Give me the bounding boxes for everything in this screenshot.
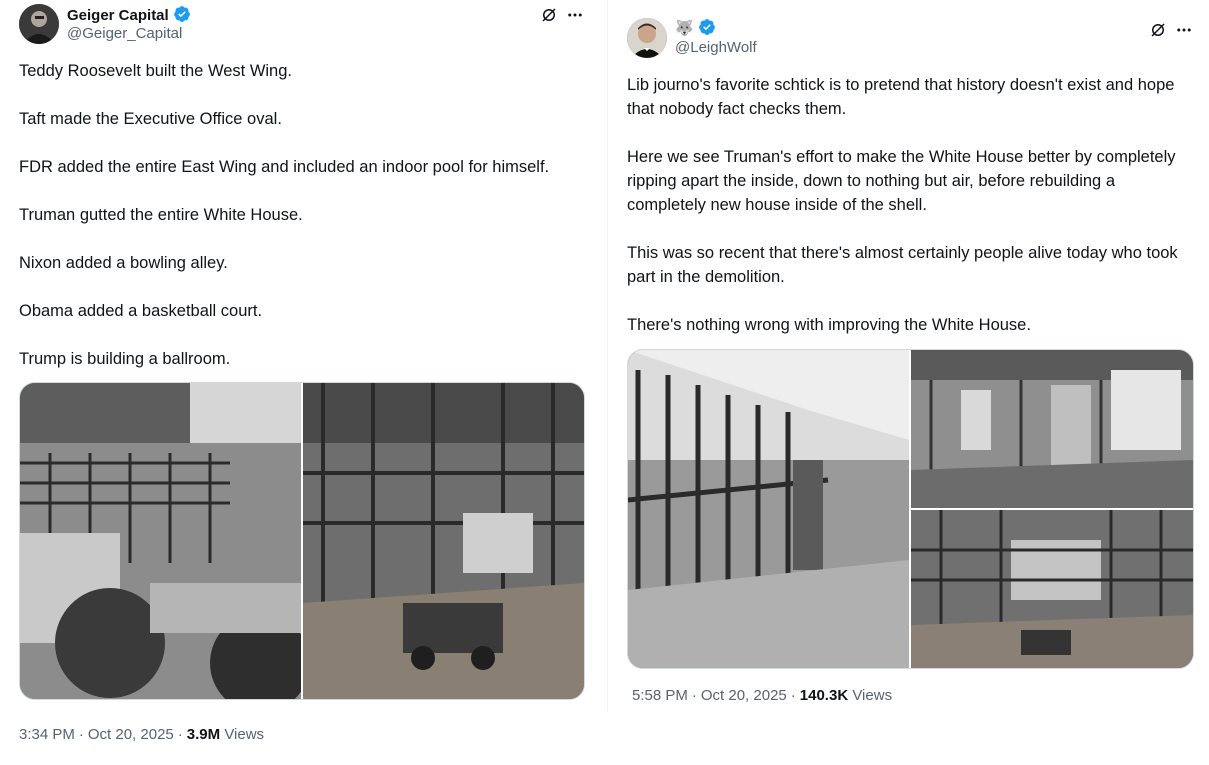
tweet-time[interactable]: 3:34 PM xyxy=(19,726,75,743)
tweet-paragraph: Lib journo's favorite schtick is to pret… xyxy=(627,76,1175,118)
meta-separator: · xyxy=(78,726,84,743)
tweet-date[interactable]: Oct 20, 2025 xyxy=(88,726,174,743)
photo-gutted-wall-framing[interactable] xyxy=(628,350,909,668)
tweet-paragraph: Truman gutted the entire White House. xyxy=(19,206,303,224)
photo-west-wing-construction[interactable] xyxy=(20,383,301,699)
more-icon[interactable] xyxy=(565,5,585,25)
author-name-text[interactable]: Geiger Capital xyxy=(67,7,169,24)
tweet-text: Teddy Roosevelt built the West Wing. Taf… xyxy=(19,59,594,371)
grok-icon[interactable] xyxy=(539,5,559,25)
tweet-paragraph: Obama added a basketball court. xyxy=(19,302,263,320)
tweet-date[interactable]: Oct 20, 2025 xyxy=(701,687,787,704)
tweet-text: Lib journo's favorite schtick is to pret… xyxy=(627,73,1192,337)
media-grid xyxy=(627,349,1194,669)
photo-interior-demolition[interactable] xyxy=(303,383,584,699)
tweet-meta: 3:34 PM · Oct 20, 2025 · 3.9M Views xyxy=(19,726,264,743)
views-count[interactable]: 140.3K xyxy=(800,687,848,704)
photo-interior-framework[interactable] xyxy=(911,510,1193,668)
tweet-paragraph: Here we see Truman's effort to make the … xyxy=(627,148,1176,214)
tweet-card-right[interactable]: 🐺 @LeighWolf Lib journo's favorite schti… xyxy=(607,0,1209,712)
more-icon[interactable] xyxy=(1174,20,1194,40)
views-label[interactable]: Views xyxy=(852,687,892,704)
grok-icon[interactable] xyxy=(1148,20,1168,40)
meta-separator: · xyxy=(790,687,796,704)
author-handle[interactable]: @Geiger_Capital xyxy=(67,25,182,42)
tweet-paragraph: Trump is building a ballroom. xyxy=(19,350,231,368)
views-label[interactable]: Views xyxy=(224,726,264,743)
meta-separator: · xyxy=(691,687,697,704)
tweet-meta: 5:58 PM · Oct 20, 2025 · 140.3K Views xyxy=(632,687,892,704)
tweet-paragraph: Nixon added a bowling alley. xyxy=(19,254,228,272)
views-count[interactable]: 3.9M xyxy=(187,726,220,743)
tweet-paragraph: There's nothing wrong with improving the… xyxy=(627,316,1031,334)
avatar[interactable] xyxy=(19,4,59,44)
verified-badge-icon xyxy=(698,18,716,36)
tweet-paragraph: This was so recent that there's almost c… xyxy=(627,244,1178,286)
avatar[interactable] xyxy=(627,18,667,58)
tweet-time[interactable]: 5:58 PM xyxy=(632,687,688,704)
tweet-paragraph: Taft made the Executive Office oval. xyxy=(19,110,282,128)
tweet-paragraph: FDR added the entire East Wing and inclu… xyxy=(19,158,550,176)
author-name[interactable]: Geiger Capital xyxy=(67,5,191,24)
tweet-card-left[interactable]: Geiger Capital @Geiger_Capital Teddy Roo… xyxy=(0,0,604,765)
media-grid xyxy=(19,382,585,700)
photo-empty-room[interactable] xyxy=(911,350,1193,508)
author-handle[interactable]: @LeighWolf xyxy=(675,39,757,56)
meta-separator: · xyxy=(177,726,183,743)
author-name-text[interactable]: 🐺 xyxy=(675,20,694,37)
author-name[interactable]: 🐺 xyxy=(675,18,716,37)
tweet-paragraph: Teddy Roosevelt built the West Wing. xyxy=(19,62,292,80)
verified-badge-icon xyxy=(173,5,191,23)
